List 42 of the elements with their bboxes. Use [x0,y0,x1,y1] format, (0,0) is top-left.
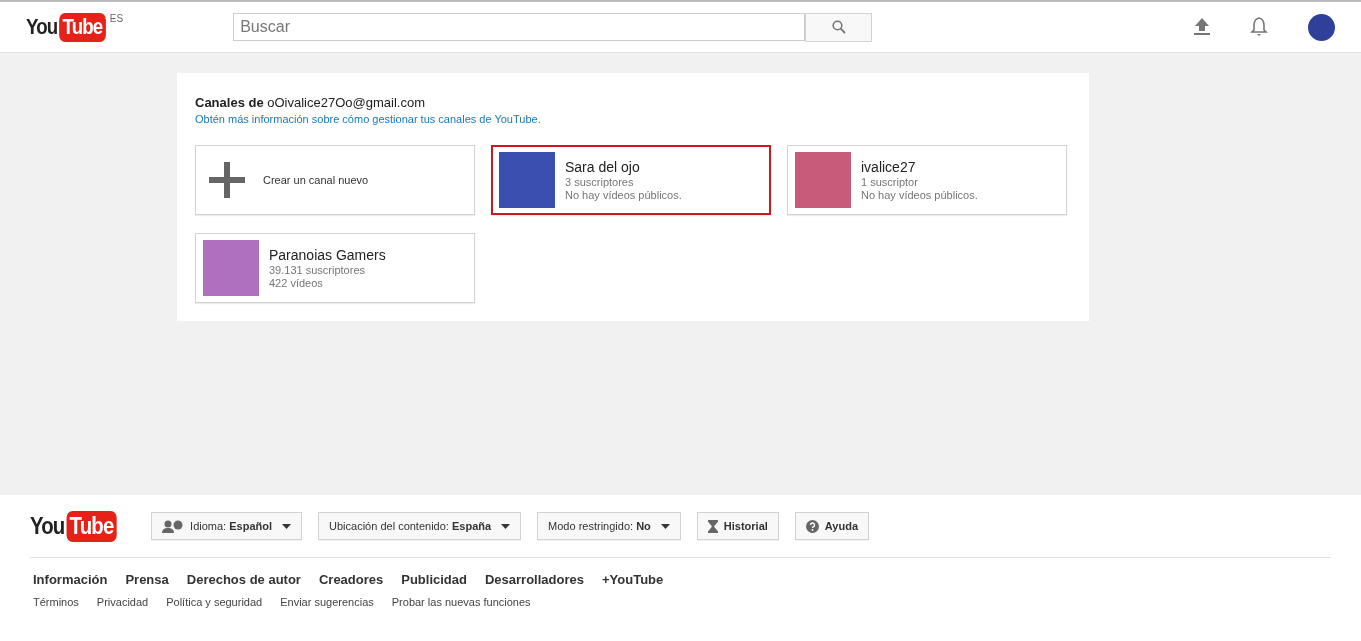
video-count: 422 vídeos [269,277,324,289]
footer-link[interactable]: Creadores [318,572,384,587]
create-channel-card[interactable]: Crear un canal nuevo [195,145,475,215]
footer-button[interactable]: Ayuda [794,512,870,540]
search-icon [831,20,846,34]
channel-name: Paranoias Gamers [269,247,386,263]
upload-icon[interactable] [1194,18,1210,36]
avatar[interactable] [1308,13,1335,41]
create-channel-label: Crear un canal nuevo [263,174,369,186]
footer-link[interactable]: Privacidad [96,596,149,608]
channel-name: ivalice27 [861,159,917,175]
footer-button[interactable]: Historial [696,512,779,540]
channel-card[interactable]: ivalice27 1 suscriptor No hay vídeos públicos. [787,145,1067,215]
video-count: No hay vídeos públicos. [861,189,978,201]
channel-card[interactable]: Sara del ojo 3 suscriptores No hay vídeos públicos. [491,145,771,215]
help-link[interactable]: Obtén más información sobre cómo gestionar tus canales de YouTube. [195,113,1071,125]
subscriber-count: 3 suscriptores [565,176,635,188]
hourglass-icon [707,519,718,533]
footer-link[interactable]: Términos [33,596,79,608]
footer-link[interactable]: Derechos de autor [186,572,301,587]
footer-link[interactable]: Probar las nuevas funciones [391,596,531,608]
plus-icon [209,162,245,198]
subscriber-count: 1 suscriptor [861,176,919,188]
footer-link[interactable]: Política y seguridad [166,596,263,608]
subscriber-count: 39.131 suscriptores [269,264,366,276]
channels-heading: Canales de oOivalice27Oo@gmail.com [195,95,426,110]
footer-button[interactable]: Ubicación del contenido: España [318,512,522,540]
bell-icon[interactable] [1250,17,1268,37]
video-count: No hay vídeos públicos. [565,189,682,201]
footer-link[interactable]: +YouTube [602,572,664,587]
footer-link[interactable]: Información [33,572,108,587]
footer-link[interactable]: Prensa [125,572,169,587]
help-icon [805,519,819,533]
footer-link[interactable]: Publicidad [401,572,467,587]
region-code: ES [109,12,124,24]
footer-link[interactable]: Desarrolladores [485,572,584,587]
channel-card[interactable]: Paranoias Gamers 39.131 suscriptores 422 vídeos [195,233,475,303]
channel-name: Sara del ojo [565,159,641,175]
footer-button[interactable]: Idioma: Español [151,512,303,540]
footer-button[interactable]: Modo restringido: No [537,512,681,540]
footer-link[interactable]: Enviar sugerencias [280,596,374,608]
search-field[interactable]: Buscar [233,12,806,41]
